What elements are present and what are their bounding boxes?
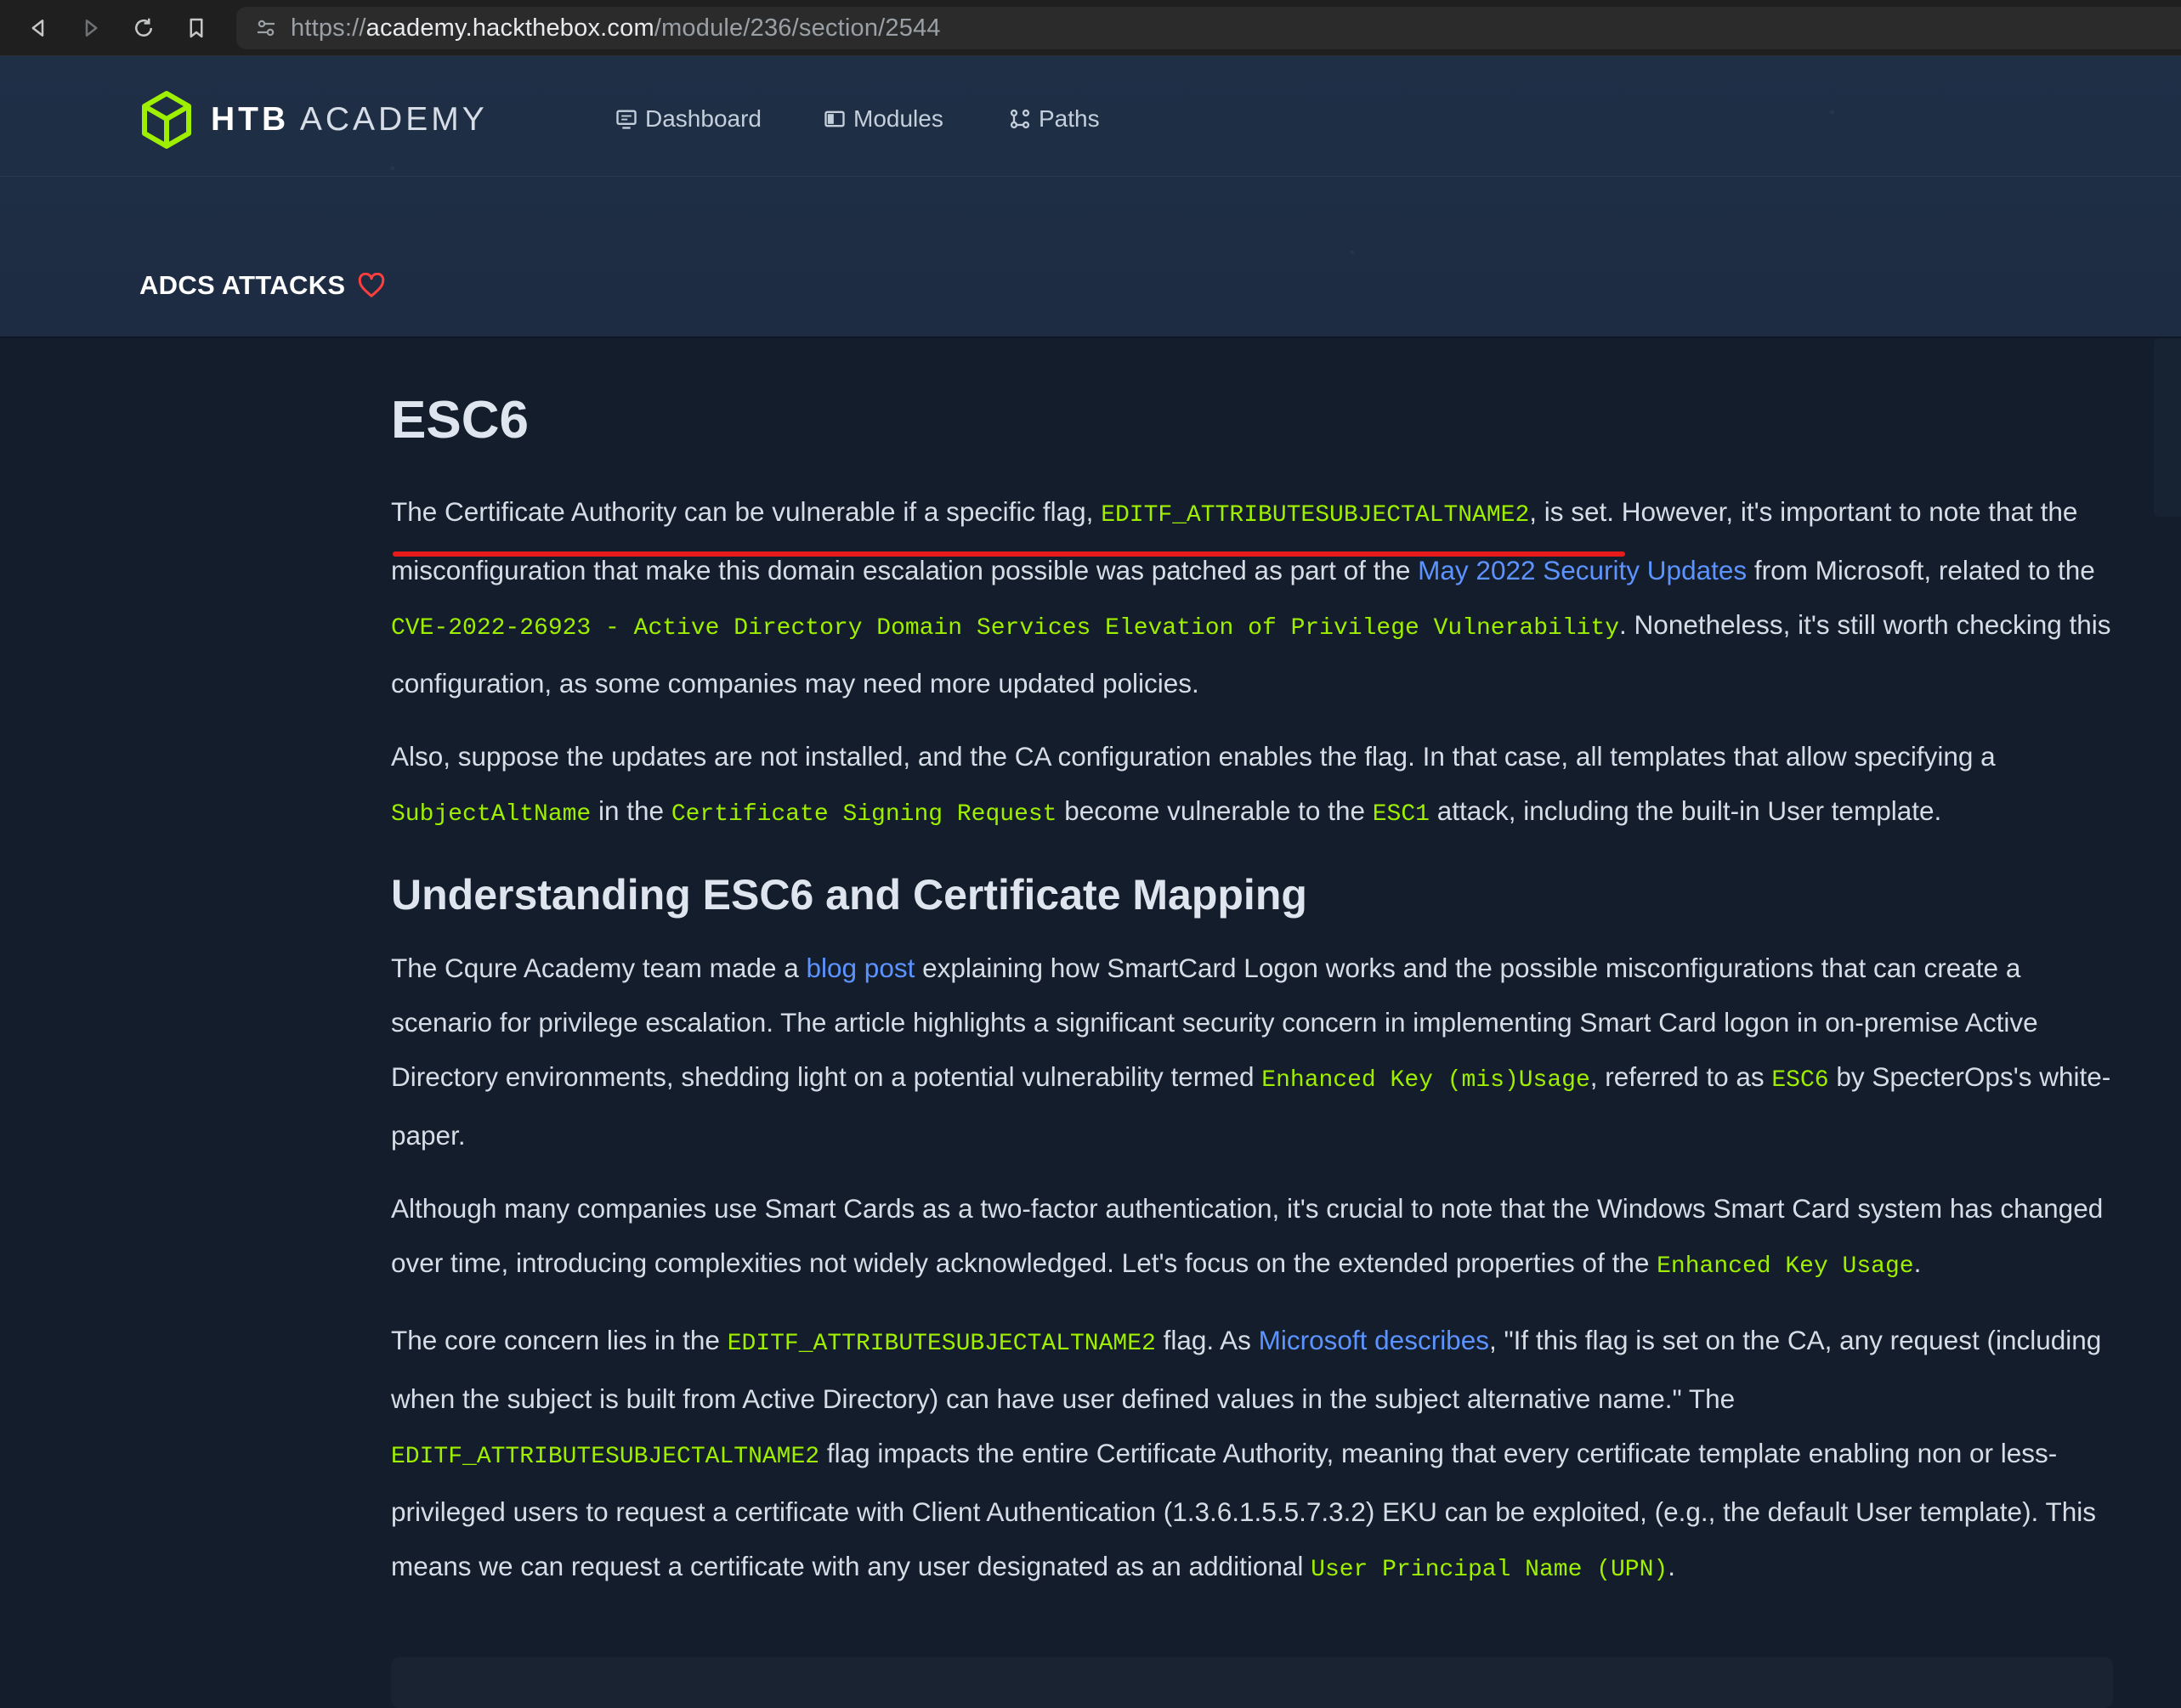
red-annotation-underline bbox=[393, 551, 1625, 557]
forward-button[interactable] bbox=[76, 14, 105, 42]
p5-code-upn: User Principal Name (UPN) bbox=[1311, 1557, 1668, 1583]
module-title: ADCS ATTACKS bbox=[139, 270, 386, 301]
url-path: /module/236/section/2544 bbox=[654, 14, 941, 42]
p3-text-1: The Cqure Academy team made a bbox=[391, 953, 807, 983]
p2-code-esc1: ESC1 bbox=[1372, 801, 1430, 828]
address-bar[interactable]: https://academy.hackthebox.com/module/23… bbox=[236, 7, 2181, 49]
paragraph-3: The Cqure Academy team made a blog post … bbox=[391, 941, 2113, 1162]
dashboard-icon bbox=[616, 110, 637, 129]
section-article: ESC6 The Certificate Authority can be vu… bbox=[391, 340, 2113, 1598]
site-header: HTB ACADEMY Dashboard Modules Paths ADCS… bbox=[0, 56, 2181, 338]
browser-toolbar: https://academy.hackthebox.com/module/23… bbox=[0, 0, 2181, 56]
p1-text-1: The Certificate Authority can be vulnera… bbox=[391, 496, 1102, 527]
p3-code-eku-misusage: Enhanced Key (mis)Usage bbox=[1261, 1067, 1590, 1094]
p2-code-csr: Certificate Signing Request bbox=[671, 801, 1057, 828]
modules-icon bbox=[824, 110, 845, 127]
logo-text: HTB ACADEMY bbox=[211, 101, 488, 139]
nav-modules-label: Modules bbox=[853, 105, 943, 132]
paragraph-4: Although many companies use Smart Cards … bbox=[391, 1181, 2113, 1294]
nav-paths-label: Paths bbox=[1039, 105, 1100, 132]
p5-text-1: The core concern lies in the bbox=[391, 1325, 728, 1355]
bookmark-icon bbox=[190, 18, 203, 37]
p3-text-3: , referred to as bbox=[1589, 1061, 1772, 1092]
p1-text-3: from Microsoft, related to the bbox=[1747, 555, 2095, 585]
p1-code-flag: EDITF_ATTRIBUTESUBJECTALTNAME2 bbox=[1101, 502, 1530, 529]
heart-icon[interactable] bbox=[357, 273, 386, 298]
module-title-text: ADCS ATTACKS bbox=[139, 270, 346, 300]
paths-icon bbox=[1010, 109, 1030, 129]
right-rail bbox=[2154, 338, 2181, 517]
nav-dashboard[interactable]: Dashboard bbox=[615, 105, 762, 133]
paragraph-5: The core concern lies in the EDITF_ATTRI… bbox=[391, 1313, 2113, 1598]
reload-icon bbox=[135, 18, 152, 37]
htb-academy-logo[interactable]: HTB ACADEMY bbox=[139, 90, 488, 150]
url-host: academy.hackthebox.com bbox=[365, 14, 654, 42]
nav-paths[interactable]: Paths bbox=[1008, 105, 1100, 133]
p5-code-flag-2: EDITF_ATTRIBUTESUBJECTALTNAME2 bbox=[391, 1444, 820, 1470]
url-scheme: https:// bbox=[291, 14, 366, 42]
p3-code-esc6: ESC6 bbox=[1771, 1067, 1829, 1094]
p5-text-5: . bbox=[1668, 1551, 1675, 1581]
p2-text-2: in the bbox=[591, 795, 671, 826]
paragraph-1: The Certificate Authority can be vulnera… bbox=[391, 484, 2113, 710]
nav-dashboard-label: Dashboard bbox=[645, 105, 762, 132]
p1-code-cve: CVE-2022-26923 - Active Directory Domain… bbox=[391, 615, 1620, 642]
section-heading: Understanding ESC6 and Certificate Mappi… bbox=[391, 871, 1307, 919]
microsoft-describes-link[interactable]: Microsoft describes bbox=[1259, 1325, 1489, 1355]
p2-text-4: attack, including the built-in User temp… bbox=[1429, 795, 1942, 826]
page-title: ESC6 bbox=[391, 391, 529, 450]
nav-modules[interactable]: Modules bbox=[823, 105, 943, 133]
p2-text-3: become vulnerable to the bbox=[1057, 795, 1373, 826]
url-text: https://academy.hackthebox.com/module/23… bbox=[291, 14, 941, 42]
p2-code-subjectaltname: SubjectAltName bbox=[391, 801, 592, 828]
reload-button[interactable] bbox=[129, 14, 158, 42]
logo-text-academy: ACADEMY bbox=[299, 101, 488, 138]
p2-text-1: Also, suppose the updates are not instal… bbox=[391, 741, 1996, 772]
back-icon bbox=[31, 19, 44, 37]
paragraph-2: Also, suppose the updates are not instal… bbox=[391, 729, 2113, 842]
p5-text-2: flag. As bbox=[1155, 1325, 1259, 1355]
code-block bbox=[391, 1657, 2113, 1708]
bookmark-button[interactable] bbox=[182, 14, 211, 42]
site-settings-icon[interactable] bbox=[253, 15, 279, 41]
may-2022-security-updates-link[interactable]: May 2022 Security Updates bbox=[1418, 555, 1747, 585]
blog-post-link[interactable]: blog post bbox=[807, 953, 915, 983]
htb-cube-logo bbox=[142, 91, 191, 149]
p4-code-eku: Enhanced Key Usage bbox=[1657, 1253, 1914, 1280]
forward-icon bbox=[85, 19, 98, 37]
p4-text-2: . bbox=[1913, 1247, 1922, 1278]
p5-code-flag-1: EDITF_ATTRIBUTESUBJECTALTNAME2 bbox=[727, 1331, 1156, 1357]
back-button[interactable] bbox=[24, 14, 53, 42]
logo-text-htb: HTB bbox=[211, 101, 290, 138]
